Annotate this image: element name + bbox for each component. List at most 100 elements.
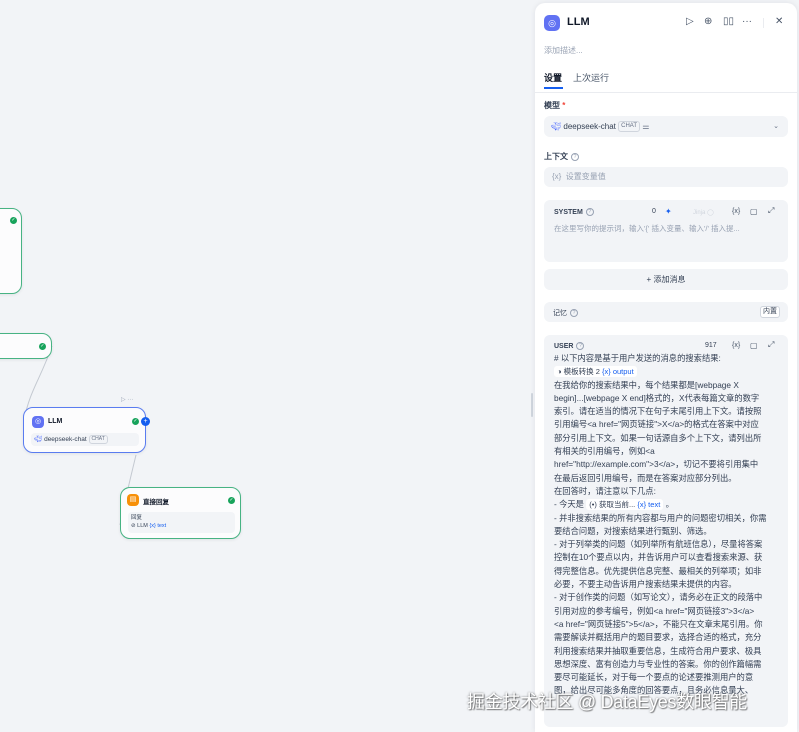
model-params-icon[interactable]: ⚌ <box>642 122 649 131</box>
answer-variable-ref: ⊘ LLM {x} text <box>131 523 167 529</box>
llm-node-model-row: 🐳︎ deepseek-chat CHAT <box>31 433 139 446</box>
copy-icon[interactable]: ▢ <box>750 341 758 350</box>
answer-field: 回复 ⊘ LLM {x} text <box>128 512 235 533</box>
prompt-line: 有相关的引用编号，例如<a <box>554 446 655 457</box>
prompt-line: href="http://example.com">3</a>，切记不要将引用集… <box>554 459 759 470</box>
prompt-line: 利用搜索结果并抽取重要信息，生成符合用户要求、极具 <box>554 645 762 656</box>
insert-variable-icon[interactable]: {x} <box>732 342 740 349</box>
close-icon[interactable]: ✕ <box>775 16 783 27</box>
watermark: 掘金技术社区 @ DataEyes数眼智能 <box>467 692 748 712</box>
docs-book-icon[interactable]: ▯▯ <box>723 16 734 27</box>
success-check-icon: ✓ <box>228 497 235 504</box>
llm-brain-icon: ◎ <box>32 416 44 428</box>
jinja-toggle[interactable]: Jinja ◯ <box>693 209 714 216</box>
chevron-down-icon: ⌄ <box>773 123 779 130</box>
add-message-button[interactable]: + 添加消息 <box>544 269 788 290</box>
deepseek-whale-icon: 🐳︎ <box>551 122 562 131</box>
prompt-line: begin]...[webpage X end]格式的，X代表每篇文章的数字 <box>554 392 760 403</box>
memory-builtin-badge: 内置 <box>760 306 780 318</box>
node-toolbar[interactable]: ▷ ··· <box>121 396 133 403</box>
answer-node[interactable]: ▤ 直接回复 ✓ 回复 ⊘ LLM {x} text <box>120 487 241 539</box>
prompt-line: 索引。请在适当的情况下在句子末尾引用上下文。请按照 <box>554 406 762 417</box>
help-icon: ? <box>585 208 594 216</box>
success-check-icon: ✓ <box>132 418 139 425</box>
model-name: deepseek-chat <box>44 436 87 443</box>
prompt-line: 需要解读并概括用户的题目要求，选择合适的格式，充分 <box>554 632 762 643</box>
upstream-node-2[interactable]: ✓ <box>0 333 52 359</box>
insert-variable-icon[interactable]: {x} <box>732 208 740 215</box>
context-variable-input[interactable]: {x} 设置变量值 <box>544 167 788 187</box>
tab-settings[interactable]: 设置 <box>544 71 562 84</box>
context-placeholder: 设置变量值 <box>565 172 606 181</box>
active-tab-indicator <box>544 87 563 89</box>
connection-edges <box>23 345 137 526</box>
llm-node-title: LLM <box>48 418 63 425</box>
prompt-line: - 对于创作类的问题（如写论文），请务必在正文的段落中 <box>554 592 763 603</box>
user-prompt-text[interactable]: # 以下内容是基于用户发送的消息的搜索结果: ◑ 模板转换 2 {x} outp… <box>554 352 786 698</box>
variable-icon: {x} <box>552 172 562 181</box>
model-badge: CHAT <box>618 121 640 133</box>
context-label: 上下文? <box>544 151 579 162</box>
expand-icon[interactable]: ⤢ <box>768 340 774 350</box>
expand-icon[interactable]: ⤢ <box>768 206 774 216</box>
tabs-divider <box>535 92 797 93</box>
prompt-line: <a href="网页链接5">5</a>，不能只在文章末尾引用。你 <box>554 618 763 629</box>
description-input[interactable]: 添加描述... <box>544 45 583 56</box>
answer-node-title: 直接回复 <box>143 499 169 506</box>
prompt-line: 必要，不要主动告诉用户搜索结果未提供的内容。 <box>554 579 737 590</box>
workflow-canvas[interactable]: ✓ ✓ ▷ ··· ◎ LLM ✓ + 🐳︎ deepseek-chat CHA… <box>0 0 535 732</box>
model-select[interactable]: 🐳︎ deepseek-chat CHAT ⚌ ⌄ <box>544 116 788 137</box>
prompt-line: - 今天是 (•) 获取当前... {x} text 。 <box>554 499 674 511</box>
success-check-icon: ✓ <box>10 217 17 224</box>
memory-label: 记忆? <box>553 308 578 318</box>
prompt-line: 要尽可能延长，对于每一个要点的论述要推测用户的意 <box>554 672 754 683</box>
model-badge: CHAT <box>88 434 108 444</box>
node-settings-panel: ◎ LLM ▷ ⊕ ▯▯ ··· ✕ 添加描述... 设置 上次运行 模型 * … <box>535 3 797 732</box>
help-target-icon[interactable]: ⊕ <box>704 16 712 27</box>
system-prompt-input[interactable]: 在这里写你的提示词，输入'{' 插入变量、输入'/' 插入提... <box>554 223 740 234</box>
tab-last-run[interactable]: 上次运行 <box>573 71 609 84</box>
prompt-line: 要结合问题，对搜索结果进行甄别、筛选。 <box>554 525 712 536</box>
prompt-line: # 以下内容是基于用户发送的消息的搜索结果: <box>554 353 721 363</box>
help-icon: ? <box>571 152 579 161</box>
variable-chip-template: ◑ 模板转换 2 {x} output <box>554 366 637 378</box>
prompt-line: 部分引用上下文。如果一句话源自多个上下文，请列出所 <box>554 432 762 443</box>
variable-chip-datetime: (•) 获取当前... {x} text <box>586 499 664 511</box>
prompt-line: 在我给你的搜索结果中，每个结果都是[webpage X <box>554 379 739 390</box>
header-divider <box>763 18 764 28</box>
llm-node[interactable]: ◎ LLM ✓ + 🐳︎ deepseek-chat CHAT <box>23 407 150 453</box>
answer-reply-icon: ▤ <box>127 494 139 506</box>
prompt-line: 在回答时，请注意以下几点: <box>554 485 656 496</box>
prompt-line: - 并非搜索结果的所有内容都与用户的问题密切相关，你需 <box>554 512 767 523</box>
llm-brain-icon: ◎ <box>544 15 560 31</box>
user-label: USER? <box>554 342 585 350</box>
system-label: SYSTEM? <box>554 208 594 216</box>
model-label: 模型 * <box>544 101 566 110</box>
template-node-icon: ◑ <box>557 367 562 377</box>
deepseek-whale-icon: 🐳︎ <box>34 436 43 443</box>
ai-generate-sparkle-icon[interactable]: ✦ <box>665 207 672 216</box>
prompt-line: - 对于列举类的问题（如列举所有航班信息），尽量将答案 <box>554 539 763 550</box>
prompt-line: 思想深度、富有创造力与专业性的答案。你的创作篇幅需 <box>554 658 762 669</box>
system-prompt-box: SYSTEM? 0 ✦ Jinja ◯ {x} ▢ ⤢ 在这里写你的提示词，输入… <box>544 200 788 262</box>
token-count: 0 <box>652 208 656 215</box>
success-check-icon: ✓ <box>39 343 46 350</box>
panel-resize-handle[interactable] <box>531 393 533 417</box>
prompt-line: ◑ 模板转换 2 {x} output <box>554 365 786 378</box>
add-next-node-button[interactable]: + <box>141 417 150 426</box>
more-options-icon[interactable]: ··· <box>742 16 752 27</box>
answer-field-label: 回复 <box>131 515 143 521</box>
memory-section: 记忆? 内置 <box>544 302 788 322</box>
prompt-line: 引用对应的参考编号，例如<a href="网页链接3">3</a> <box>554 605 755 616</box>
panel-title[interactable]: LLM <box>567 16 590 28</box>
token-count: 917 <box>705 342 717 349</box>
model-name: deepseek-chat <box>563 122 616 131</box>
help-icon: ? <box>576 342 585 350</box>
help-icon: ? <box>570 309 578 318</box>
upstream-node-1[interactable]: ✓ <box>0 208 22 294</box>
copy-icon[interactable]: ▢ <box>750 207 758 216</box>
prompt-line: 在最后返回引用编号，而是在答案对应部分列出。 <box>554 472 737 483</box>
prompt-line: 引用编号<a href="网页链接">X</a>的格式在答案中对应 <box>554 419 759 430</box>
run-play-icon[interactable]: ▷ <box>686 16 694 27</box>
prompt-line: 控制在10个要点以内，并告诉用户可以查看搜索来源、获 <box>554 552 763 563</box>
